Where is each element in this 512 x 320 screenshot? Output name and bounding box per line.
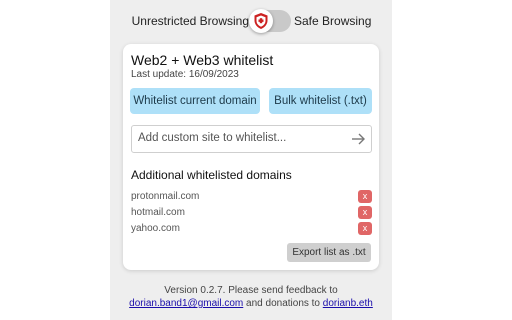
domain-name: yahoo.com	[131, 223, 180, 234]
toggle-knob	[249, 9, 273, 33]
donations-text: and donations to	[243, 298, 323, 309]
list-item: protonmail.com x	[131, 190, 372, 204]
version-text: Version 0.2.7. Please send feedback to	[164, 285, 338, 296]
add-site-input[interactable]	[138, 129, 338, 147]
export-list-button[interactable]: Export list as .txt	[287, 243, 371, 262]
card-title: Web2 + Web3 whitelist	[131, 52, 274, 68]
safe-browsing-label: Safe Browsing	[294, 14, 372, 28]
browsing-mode-toggle[interactable]	[249, 9, 291, 33]
whitelist-current-domain-button[interactable]: Whitelist current domain	[130, 88, 260, 114]
domain-name: protonmail.com	[131, 191, 200, 202]
bulk-whitelist-button[interactable]: Bulk whitelist (.txt)	[269, 88, 372, 114]
remove-domain-button[interactable]: x	[358, 206, 372, 219]
unrestricted-browsing-label: Unrestricted Browsing	[131, 14, 249, 28]
whitelist-card: Web2 + Web3 whitelist Last update: 16/09…	[123, 44, 379, 270]
footer: Version 0.2.7. Please send feedback to d…	[110, 284, 392, 310]
additional-domains-heading: Additional whitelisted domains	[131, 168, 292, 182]
remove-domain-button[interactable]: x	[358, 190, 372, 203]
browsing-mode-toggle-row: Unrestricted Browsing Safe Browsing	[110, 9, 392, 34]
list-item: yahoo.com x	[131, 222, 372, 236]
shield-icon	[254, 13, 268, 29]
list-item: hotmail.com x	[131, 206, 372, 220]
last-update-text: Last update: 16/09/2023	[131, 69, 239, 80]
domain-name: hotmail.com	[131, 207, 185, 218]
arrow-right-icon[interactable]	[349, 130, 367, 148]
donation-eth-link[interactable]: dorianb.eth	[323, 298, 373, 309]
footer-links-line: dorian.band1@gmail.com and donations to …	[110, 297, 392, 310]
feedback-email-link[interactable]: dorian.band1@gmail.com	[129, 298, 243, 309]
add-site-field	[131, 125, 372, 153]
extension-popup: Unrestricted Browsing Safe Browsing Web2…	[110, 0, 392, 320]
remove-domain-button[interactable]: x	[358, 222, 372, 235]
